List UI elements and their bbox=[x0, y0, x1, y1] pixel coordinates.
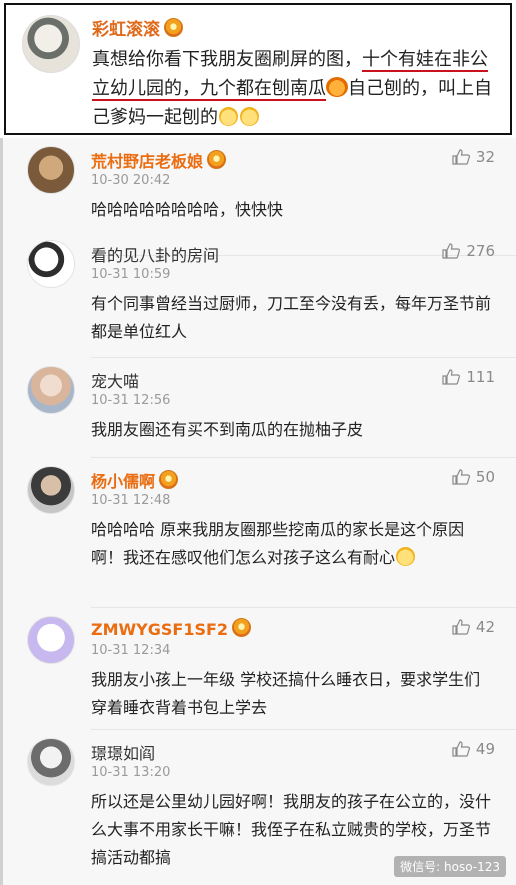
post-author-name[interactable]: 彩虹滚滚 bbox=[92, 15, 183, 40]
like-count: 50 bbox=[475, 468, 495, 486]
vip-badge-icon bbox=[164, 18, 183, 37]
post-text: 真想给你看下我朋友圈刷屏的图，十个有娃在非公立幼儿园的，九个都在刨南瓜 自己刨的，… bbox=[92, 45, 500, 132]
laugh-emoji-icon-2 bbox=[240, 107, 259, 126]
commenter-avatar[interactable] bbox=[27, 616, 75, 664]
comment-list: 荒村野店老板娘 10-30 20:42 32 哈哈哈哈哈哈哈哈，快快快 看的见八… bbox=[0, 138, 516, 885]
comment-text: 哈哈哈哈哈哈哈哈，快快快 bbox=[91, 200, 284, 219]
like-count: 49 bbox=[475, 740, 495, 758]
like-count: 42 bbox=[475, 618, 495, 636]
thumbs-up-icon bbox=[452, 149, 470, 165]
vip-badge-icon bbox=[159, 470, 179, 489]
commenter-name[interactable]: 杨小儒啊 bbox=[91, 468, 179, 492]
commenter-avatar[interactable] bbox=[27, 466, 75, 514]
commenter-avatar[interactable] bbox=[27, 146, 75, 194]
comment-time: 10-31 12:56 bbox=[91, 393, 171, 408]
like-count: 111 bbox=[466, 368, 495, 386]
comment-item: 杨小儒啊 10-31 12:48 50 哈哈哈哈 原来我朋友圈那些挖南瓜的家长是… bbox=[3, 458, 516, 608]
thumbs-up-icon bbox=[442, 243, 461, 259]
vip-badge-icon bbox=[207, 150, 227, 169]
thumbs-up-icon bbox=[452, 469, 470, 485]
commenter-name[interactable]: 璟璟如阎 bbox=[91, 740, 155, 764]
like-button[interactable]: 32 bbox=[452, 148, 495, 166]
commenter-name[interactable]: 宠大喵 bbox=[91, 368, 139, 392]
commenter-name[interactable]: ZMWYGSF1SF2 bbox=[91, 618, 252, 639]
like-button[interactable]: 49 bbox=[452, 740, 495, 758]
post-text-before: 真想给你看下我朋友圈刷屏的图， bbox=[92, 49, 362, 70]
comment-time: 10-31 10:59 bbox=[91, 267, 171, 282]
comment-item: 宠大喵 10-31 12:56 111 我朋友圈还有买不到南瓜的在抛柚子皮 bbox=[3, 358, 516, 458]
like-count: 32 bbox=[475, 148, 495, 166]
comment-time: 10-31 13:20 bbox=[91, 765, 171, 780]
like-button[interactable]: 42 bbox=[452, 618, 495, 636]
commenter-avatar[interactable] bbox=[27, 366, 75, 414]
comment-item: 看的见八卦的房间 10-31 10:59 276 有个同事曾经当过厨师，刀工至今… bbox=[3, 232, 516, 358]
commenter-name[interactable]: 荒村野店老板娘 bbox=[91, 148, 227, 172]
comment-text: 有个同事曾经当过厨师，刀工至今没有丢，每年万圣节前都是单位红人 bbox=[91, 294, 492, 341]
like-button[interactable]: 111 bbox=[442, 368, 495, 386]
comment-time: 10-31 12:34 bbox=[91, 643, 171, 658]
original-post: 彩虹滚滚 真想给你看下我朋友圈刷屏的图，十个有娃在非公立幼儿园的，九个都在刨南瓜… bbox=[4, 3, 512, 135]
thumbs-up-icon bbox=[452, 619, 470, 635]
watermark: 微信号: hoso-123 bbox=[394, 856, 506, 877]
comment-text: 我朋友圈还有买不到南瓜的在抛柚子皮 bbox=[91, 420, 364, 439]
commenter-avatar[interactable] bbox=[27, 240, 75, 288]
post-author-label[interactable]: 彩虹滚滚 bbox=[92, 20, 160, 40]
laugh-emoji-icon bbox=[219, 107, 238, 126]
comment-text: 我朋友小孩上一年级 学校还搞什么睡衣日，要求学生们穿着睡衣背着书包上学去 bbox=[91, 670, 481, 717]
laugh-emoji-icon bbox=[396, 547, 416, 566]
pumpkin-icon bbox=[326, 77, 348, 97]
vip-badge-icon bbox=[232, 618, 252, 637]
like-button[interactable]: 276 bbox=[442, 242, 495, 260]
like-count: 276 bbox=[466, 242, 495, 260]
comment-time: 10-31 12:48 bbox=[91, 493, 171, 508]
commenter-avatar[interactable] bbox=[27, 738, 75, 786]
post-author-avatar[interactable] bbox=[22, 15, 80, 73]
thumbs-up-icon bbox=[452, 741, 470, 757]
commenter-name[interactable]: 看的见八卦的房间 bbox=[91, 242, 219, 266]
comment-text: 哈哈哈哈 原来我朋友圈那些挖南瓜的家长是这个原因啊！我还在感叹他们怎么对孩子这么… bbox=[91, 520, 465, 567]
like-button[interactable]: 50 bbox=[452, 468, 495, 486]
thumbs-up-icon bbox=[442, 369, 461, 385]
comment-time: 10-30 20:42 bbox=[91, 173, 171, 188]
comment-item: ZMWYGSF1SF2 10-31 12:34 42 我朋友小孩上一年级 学校还… bbox=[3, 608, 516, 730]
